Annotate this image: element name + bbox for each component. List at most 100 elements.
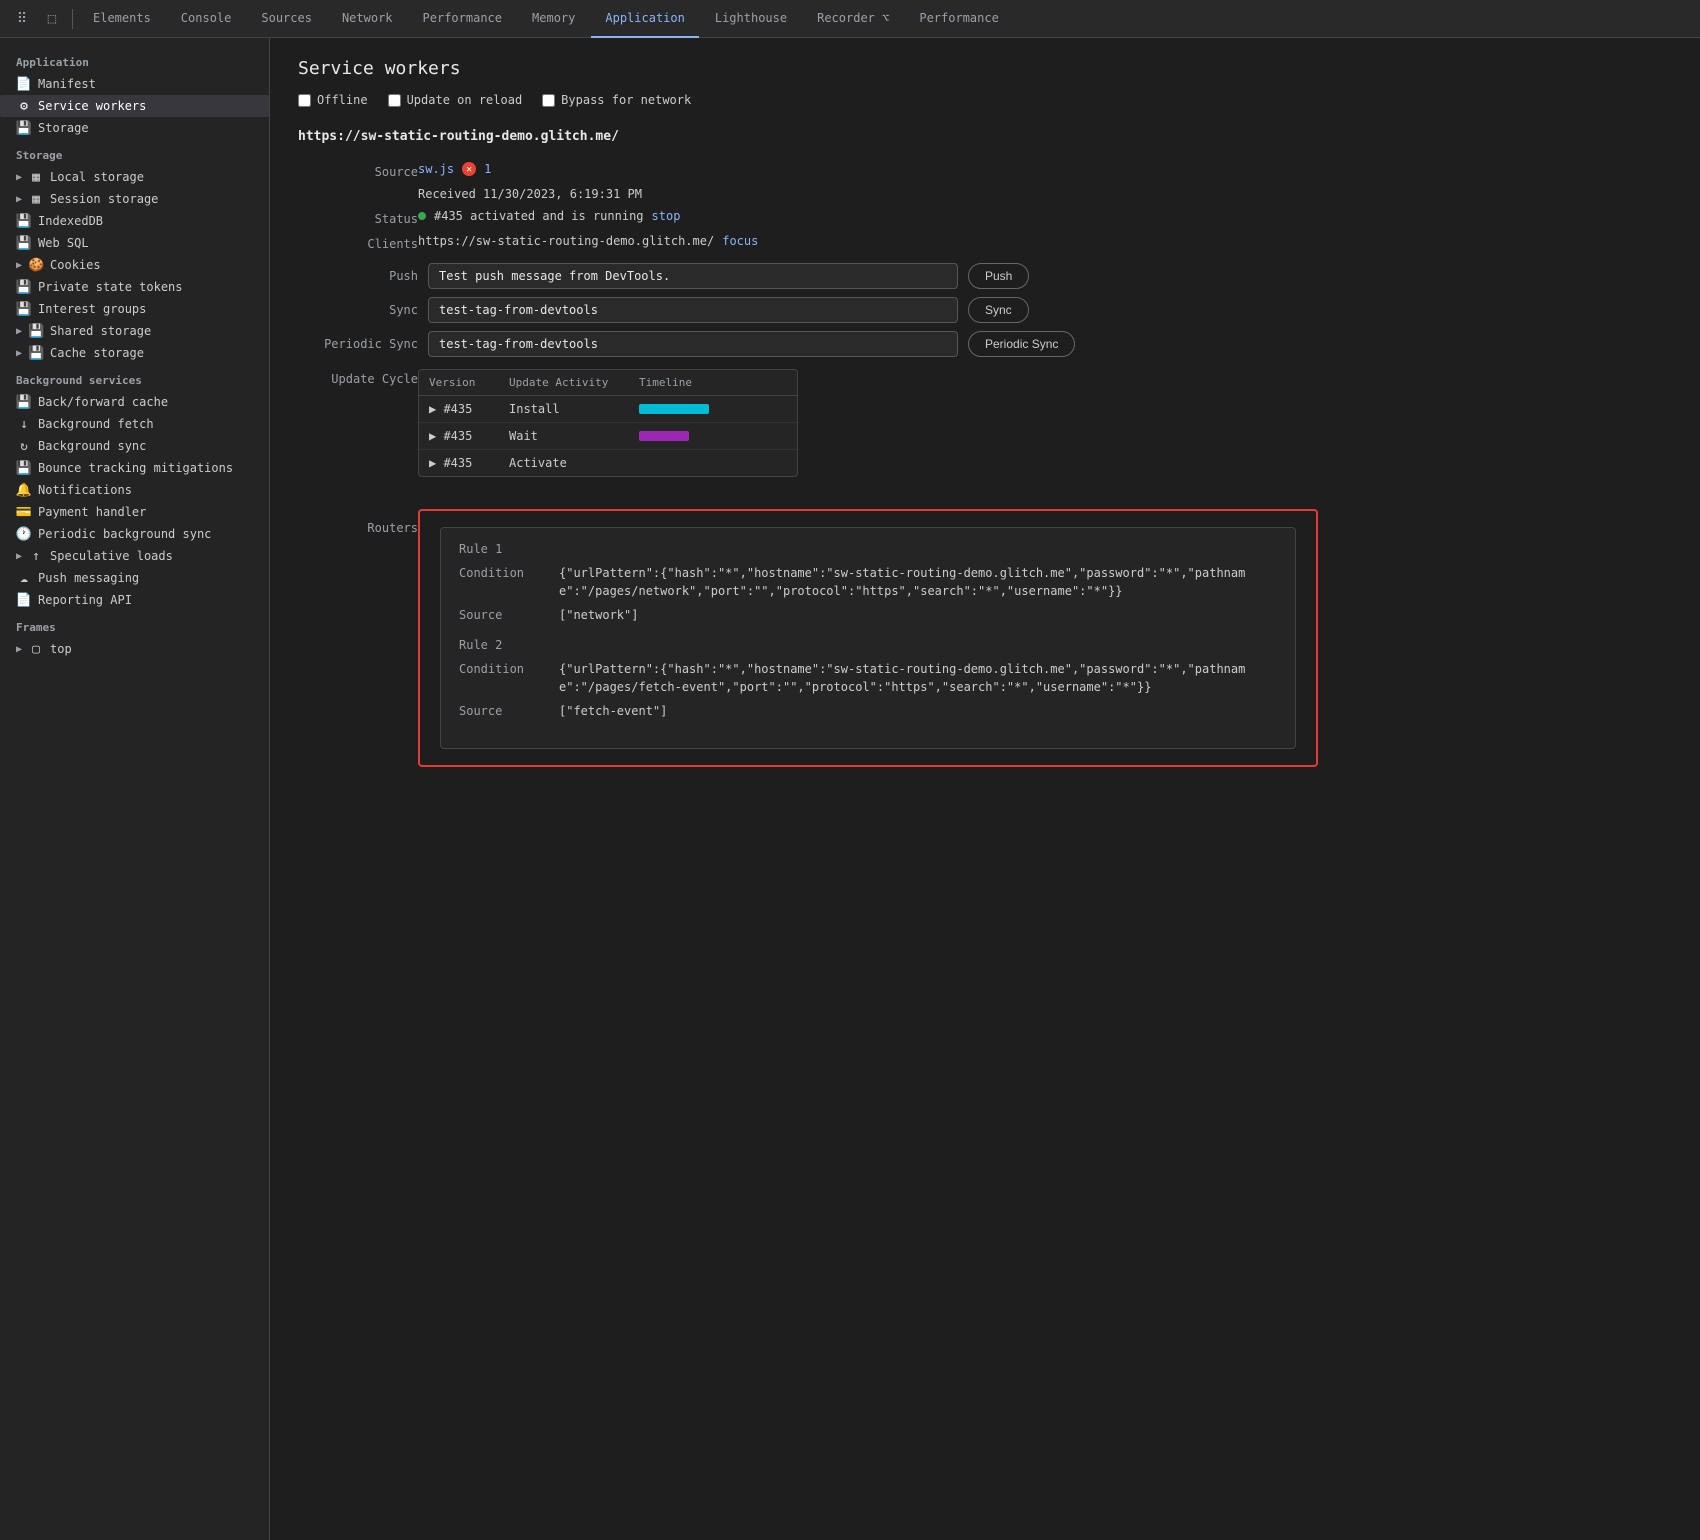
expand-icon: ▶ bbox=[16, 260, 22, 271]
frame-icon: ▢ bbox=[28, 641, 44, 657]
sidebar-item-private-state-tokens[interactable]: 💾 Private state tokens bbox=[0, 276, 269, 298]
sidebar-item-web-sql[interactable]: 💾 Web SQL bbox=[0, 232, 269, 254]
sidebar-label-shared-storage: Shared storage bbox=[50, 324, 151, 338]
sidebar-item-reporting-api[interactable]: 📄 Reporting API bbox=[0, 589, 269, 611]
section-frames: Frames bbox=[0, 611, 269, 638]
sidebar-item-indexeddb[interactable]: 💾 IndexedDB bbox=[0, 210, 269, 232]
sidebar-label-service-workers: Service workers bbox=[38, 99, 146, 113]
manifest-icon: 📄 bbox=[16, 76, 32, 92]
focus-link[interactable]: focus bbox=[722, 234, 758, 248]
sidebar-item-periodic-bg-sync[interactable]: 🕐 Periodic background sync bbox=[0, 523, 269, 545]
separator bbox=[72, 9, 73, 29]
sidebar-label-payment-handler: Payment handler bbox=[38, 505, 146, 519]
bypass-for-network-label: Bypass for network bbox=[561, 93, 691, 107]
uc-row-3: ▶ #435 Activate bbox=[419, 450, 797, 476]
bypass-for-network-checkbox[interactable] bbox=[542, 94, 555, 107]
bypass-for-network-option[interactable]: Bypass for network bbox=[542, 93, 691, 107]
sidebar-item-back-forward-cache[interactable]: 💾 Back/forward cache bbox=[0, 391, 269, 413]
uc-timeline-bar-1 bbox=[639, 404, 709, 414]
background-fetch-icon: ↓ bbox=[16, 416, 32, 432]
sidebar-label-local-storage: Local storage bbox=[50, 170, 144, 184]
push-button[interactable]: Push bbox=[968, 263, 1029, 289]
sidebar-item-speculative-loads[interactable]: ▶ ↑ Speculative loads bbox=[0, 545, 269, 567]
tab-recorder[interactable]: Recorder ⌥ bbox=[803, 0, 903, 38]
rule-2-source-label: Source bbox=[459, 702, 549, 720]
rule-1-source-value: ["network"] bbox=[559, 606, 1277, 624]
tab-memory[interactable]: Memory bbox=[518, 0, 589, 38]
sidebar-item-storage[interactable]: 💾 Storage bbox=[0, 117, 269, 139]
sidebar-item-session-storage[interactable]: ▶ ▦ Session storage bbox=[0, 188, 269, 210]
periodic-sync-input[interactable] bbox=[428, 331, 958, 357]
tab-application[interactable]: Application bbox=[591, 0, 698, 38]
sidebar-item-payment-handler[interactable]: 💳 Payment handler bbox=[0, 501, 269, 523]
status-dot bbox=[418, 212, 426, 220]
tab-network[interactable]: Network bbox=[328, 0, 407, 38]
sidebar-item-background-sync[interactable]: ↻ Background sync bbox=[0, 435, 269, 457]
tab-lighthouse[interactable]: Lighthouse bbox=[701, 0, 801, 38]
toolbar: ⠿ ⬚ Elements Console Sources Network Per… bbox=[0, 0, 1700, 38]
sidebar-label-storage: Storage bbox=[38, 121, 89, 135]
sidebar-item-cookies[interactable]: ▶ 🍪 Cookies bbox=[0, 254, 269, 276]
sidebar-item-push-messaging[interactable]: ☁ Push messaging bbox=[0, 567, 269, 589]
sidebar-item-service-workers[interactable]: ⚙ Service workers bbox=[0, 95, 269, 117]
update-cycle-label: Update Cycle bbox=[298, 369, 418, 386]
sidebar-label-push-messaging: Push messaging bbox=[38, 571, 139, 585]
periodic-sync-button[interactable]: Periodic Sync bbox=[968, 331, 1075, 357]
sync-input[interactable] bbox=[428, 297, 958, 323]
devtools-icon[interactable]: ⠿ bbox=[8, 5, 36, 33]
sidebar-item-shared-storage[interactable]: ▶ 💾 Shared storage bbox=[0, 320, 269, 342]
expand-icon: ▶ bbox=[16, 348, 22, 359]
sidebar-item-background-fetch[interactable]: ↓ Background fetch bbox=[0, 413, 269, 435]
sidebar-item-manifest[interactable]: 📄 Manifest bbox=[0, 73, 269, 95]
push-input[interactable] bbox=[428, 263, 958, 289]
rule-2-grid: Condition {"urlPattern":{"hash":"*","hos… bbox=[459, 660, 1277, 720]
sidebar-label-web-sql: Web SQL bbox=[38, 236, 89, 250]
sidebar-item-frames-top[interactable]: ▶ ▢ top bbox=[0, 638, 269, 660]
update-on-reload-checkbox[interactable] bbox=[388, 94, 401, 107]
options-row: Offline Update on reload Bypass for netw… bbox=[298, 93, 1672, 107]
uc-row-2: ▶ #435 Wait bbox=[419, 423, 797, 450]
back-forward-icon: 💾 bbox=[16, 394, 32, 410]
sidebar-label-bounce-tracking: Bounce tracking mitigations bbox=[38, 461, 233, 475]
tab-sources[interactable]: Sources bbox=[247, 0, 326, 38]
uc-activity-1: Install bbox=[509, 402, 639, 416]
sidebar-item-local-storage[interactable]: ▶ ▦ Local storage bbox=[0, 166, 269, 188]
tab-elements[interactable]: Elements bbox=[79, 0, 165, 38]
tab-performance[interactable]: Performance bbox=[409, 0, 516, 38]
status-row: Status #435 activated and is running sto… bbox=[298, 209, 1672, 226]
section-storage: Storage bbox=[0, 139, 269, 166]
offline-checkbox[interactable] bbox=[298, 94, 311, 107]
routers-wrapper: Routers Rule 1 Condition {"urlPattern":{… bbox=[298, 505, 1672, 767]
rule-2-condition-label: Condition bbox=[459, 660, 549, 696]
shared-storage-icon: 💾 bbox=[28, 323, 44, 339]
uc-version-2: ▶ #435 bbox=[429, 429, 509, 443]
update-on-reload-option[interactable]: Update on reload bbox=[388, 93, 523, 107]
speculative-loads-icon: ↑ bbox=[28, 548, 44, 564]
uc-version-1: ▶ #435 bbox=[429, 402, 509, 416]
sidebar-item-cache-storage[interactable]: ▶ 💾 Cache storage bbox=[0, 342, 269, 364]
tab-console[interactable]: Console bbox=[167, 0, 246, 38]
offline-option[interactable]: Offline bbox=[298, 93, 368, 107]
local-storage-icon: ▦ bbox=[28, 169, 44, 185]
stop-link[interactable]: stop bbox=[652, 209, 681, 223]
clients-value: https://sw-static-routing-demo.glitch.me… bbox=[418, 234, 758, 248]
sidebar-item-bounce-tracking[interactable]: 💾 Bounce tracking mitigations bbox=[0, 457, 269, 479]
device-toggle-icon[interactable]: ⬚ bbox=[38, 5, 66, 33]
sync-button[interactable]: Sync bbox=[968, 297, 1029, 323]
sidebar-label-reporting-api: Reporting API bbox=[38, 593, 132, 607]
tab-performance2[interactable]: Performance bbox=[905, 0, 1012, 38]
update-cycle-table: Version Update Activity Timeline ▶ #435 … bbox=[418, 369, 798, 477]
expand-icon: ▶ bbox=[16, 644, 22, 655]
uc-row-1: ▶ #435 Install bbox=[419, 396, 797, 423]
status-label: Status bbox=[298, 209, 418, 226]
update-on-reload-label: Update on reload bbox=[407, 93, 523, 107]
uc-version-3: ▶ #435 bbox=[429, 456, 509, 470]
source-link[interactable]: sw.js bbox=[418, 162, 454, 176]
push-messaging-icon: ☁ bbox=[16, 570, 32, 586]
sidebar-item-notifications[interactable]: 🔔 Notifications bbox=[0, 479, 269, 501]
update-cycle-table-container: Version Update Activity Timeline ▶ #435 … bbox=[418, 369, 798, 477]
sidebar-item-interest-groups[interactable]: 💾 Interest groups bbox=[0, 298, 269, 320]
rule-2-source-value: ["fetch-event"] bbox=[559, 702, 1277, 720]
bounce-tracking-icon: 💾 bbox=[16, 460, 32, 476]
error-count[interactable]: 1 bbox=[484, 162, 491, 176]
